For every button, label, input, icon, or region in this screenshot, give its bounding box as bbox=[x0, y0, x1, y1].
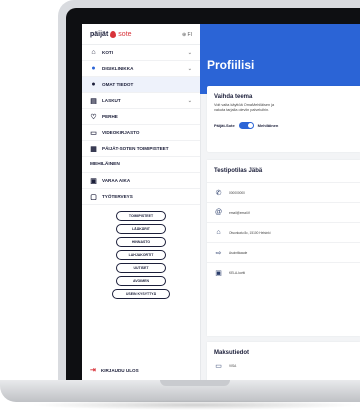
sidebar-item-videokirjasto[interactable]: ▭ VIDEOKIRJASTO bbox=[82, 125, 200, 141]
logout-button[interactable]: ⇥ KIRJAUDU ULOS bbox=[82, 366, 216, 374]
chevron-down-icon: ⌄ bbox=[187, 97, 192, 104]
sidebar-item-laskut[interactable]: ▤ LASKUT ⌄ bbox=[82, 93, 200, 109]
logout-icon: ⇥ bbox=[90, 367, 96, 374]
profile-email: email@email.fi bbox=[229, 210, 250, 215]
chevron-down-icon: ⌄ bbox=[187, 65, 192, 72]
sidebar-item-label: TYÖTERVEYS bbox=[102, 194, 133, 199]
laptop-notch bbox=[160, 380, 230, 386]
building-icon: ▦ bbox=[90, 145, 97, 153]
sidebar-item-varaa-aika[interactable]: ▣ VARAA AIKA bbox=[82, 173, 200, 189]
user-icon: ● bbox=[91, 81, 96, 88]
profile-vehicle: Asointikaade bbox=[229, 250, 248, 255]
logo-text: päijät bbox=[90, 31, 109, 38]
toggle-right-label: Mehiläinen bbox=[257, 123, 279, 128]
sidebar-item-label: DIGIKLINIKKA bbox=[102, 66, 134, 71]
sidebar-item-label: VARAA AIKA bbox=[102, 178, 131, 183]
sidebar-item-omat-tiedot[interactable]: ● OMAT TIEDOT bbox=[82, 77, 200, 93]
video-icon: ▭ bbox=[90, 129, 97, 137]
home-icon: ⌂ bbox=[91, 49, 96, 56]
theme-toggle[interactable] bbox=[238, 122, 254, 129]
profile-kela: KELA-kortti bbox=[229, 270, 246, 275]
theme-card: Vaihda teema Voit vaita käyttöä OmaMehil… bbox=[207, 86, 360, 152]
pill-uutiset[interactable]: UUTISET bbox=[116, 263, 166, 273]
pill-hinnasto[interactable]: HINNASTO bbox=[116, 237, 166, 247]
logo-suffix: sote bbox=[118, 31, 132, 38]
profile-phone: 000000000 bbox=[229, 190, 245, 195]
sidebar-item-label: OMAT TIEDOT bbox=[102, 82, 134, 87]
sidebar-item-toimipisteet[interactable]: ▦ PÄIJÄT-SOTEN TOIMIPISTEET bbox=[82, 141, 200, 157]
sidebar-item-label: PÄIJÄT-SOTEN TOIMIPISTEET bbox=[102, 146, 169, 151]
sidebar-item-perhe[interactable]: ♡ PERHE bbox=[82, 109, 200, 125]
profile-address: Otsonkatu 8c, 15100 Helsinki bbox=[229, 230, 271, 235]
sidebar: päijät sote ⊕ FI ⌂ KOTI ⌄ ● DIGIKLINIKKA… bbox=[82, 24, 201, 382]
drop-icon bbox=[110, 31, 117, 38]
car-icon: ⇨ bbox=[215, 249, 222, 257]
pill-usein-kysyttya[interactable]: USEIN KYSYTTYÄ bbox=[112, 289, 170, 299]
pill-avoimen[interactable]: AVOIMEN bbox=[116, 276, 166, 286]
profile-row-vehicle[interactable]: ⇨ Asointikaade bbox=[207, 242, 360, 262]
sidebar-item-digiklinikka[interactable]: ● DIGIKLINIKKA ⌄ bbox=[82, 61, 200, 77]
sidebar-item-label: LASKUT bbox=[102, 98, 121, 103]
sidebar-item-koti[interactable]: ⌂ KOTI ⌄ bbox=[82, 45, 200, 61]
chat-icon: ● bbox=[91, 65, 96, 72]
payment-card-type: VISA bbox=[229, 364, 237, 368]
home-icon: ⌂ bbox=[216, 229, 221, 236]
language-label: FI bbox=[187, 31, 192, 38]
calendar-icon: ▣ bbox=[90, 177, 97, 185]
pill-lahjakortit[interactable]: LAHJAKORTIT bbox=[116, 250, 166, 260]
theme-card-title: Vaihda teema bbox=[214, 94, 253, 100]
language-selector[interactable]: ⊕ FI bbox=[182, 32, 192, 38]
section-title-mehilainen: MEHILÄINEN bbox=[82, 157, 200, 173]
page-header: Profiilisi bbox=[200, 24, 360, 94]
profile-row-address[interactable]: ⌂ Otsonkatu 8c, 15100 Helsinki bbox=[207, 222, 360, 242]
sidebar-item-label: KOTI bbox=[102, 50, 113, 55]
logo-row: päijät sote ⊕ FI bbox=[82, 24, 200, 45]
payment-row-card[interactable]: ▭ VISA bbox=[207, 360, 360, 372]
sidebar-item-label: VIDEOKIRJASTO bbox=[102, 130, 140, 135]
chevron-down-icon: ⌄ bbox=[187, 49, 192, 56]
profile-row-phone[interactable]: ✆ 000000000 bbox=[207, 182, 360, 202]
theme-toggle-row: Päijät-Sote Mehiläinen bbox=[207, 113, 360, 135]
invoice-icon: ▤ bbox=[90, 97, 97, 105]
profile-card: Testipotilas Jäbä ✆ 000000000 @ email@em… bbox=[207, 160, 360, 336]
sidebar-item-tyoterveys[interactable]: ▢ TYÖTERVEYS bbox=[82, 189, 200, 205]
logout-label: KIRJAUDU ULOS bbox=[100, 367, 139, 373]
payment-card-title: Maksutiedot bbox=[214, 350, 250, 356]
briefcase-icon: ▢ bbox=[90, 193, 97, 201]
pill-toimipisteet[interactable]: TOIMIPISTEET bbox=[116, 211, 166, 221]
pill-laakarit[interactable]: LÄÄKÄRIT bbox=[116, 224, 166, 234]
profile-row-kela[interactable]: ▣ KELA-kortti bbox=[207, 262, 360, 282]
laptop-shadow bbox=[30, 400, 360, 410]
id-card-icon: ▣ bbox=[215, 269, 222, 277]
main-content: Profiilisi Vaihda teema Voit vaita käytt… bbox=[200, 24, 360, 382]
profile-row-email[interactable]: @ email@email.fi bbox=[207, 202, 360, 222]
phone-icon: ✆ bbox=[215, 189, 222, 197]
at-icon: @ bbox=[214, 209, 223, 216]
family-icon: ♡ bbox=[90, 113, 97, 121]
app-screen: päijät sote ⊕ FI ⌂ KOTI ⌄ ● DIGIKLINIKKA… bbox=[82, 24, 360, 382]
credit-card-icon: ▭ bbox=[215, 363, 222, 370]
quick-links: TOIMIPISTEET LÄÄKÄRIT HINNASTO LAHJAKORT… bbox=[82, 205, 200, 305]
sidebar-item-label: PERHE bbox=[102, 114, 118, 119]
profile-card-title: Testipotilas Jäbä bbox=[214, 168, 263, 174]
payment-card: Maksutiedot ▭ VISA bbox=[207, 342, 360, 382]
globe-icon: ⊕ bbox=[181, 31, 187, 38]
toggle-left-label: Päijät-Sote bbox=[214, 123, 235, 128]
brand-logo[interactable]: päijät sote bbox=[90, 31, 132, 38]
page-title: Profiilisi bbox=[207, 58, 255, 72]
